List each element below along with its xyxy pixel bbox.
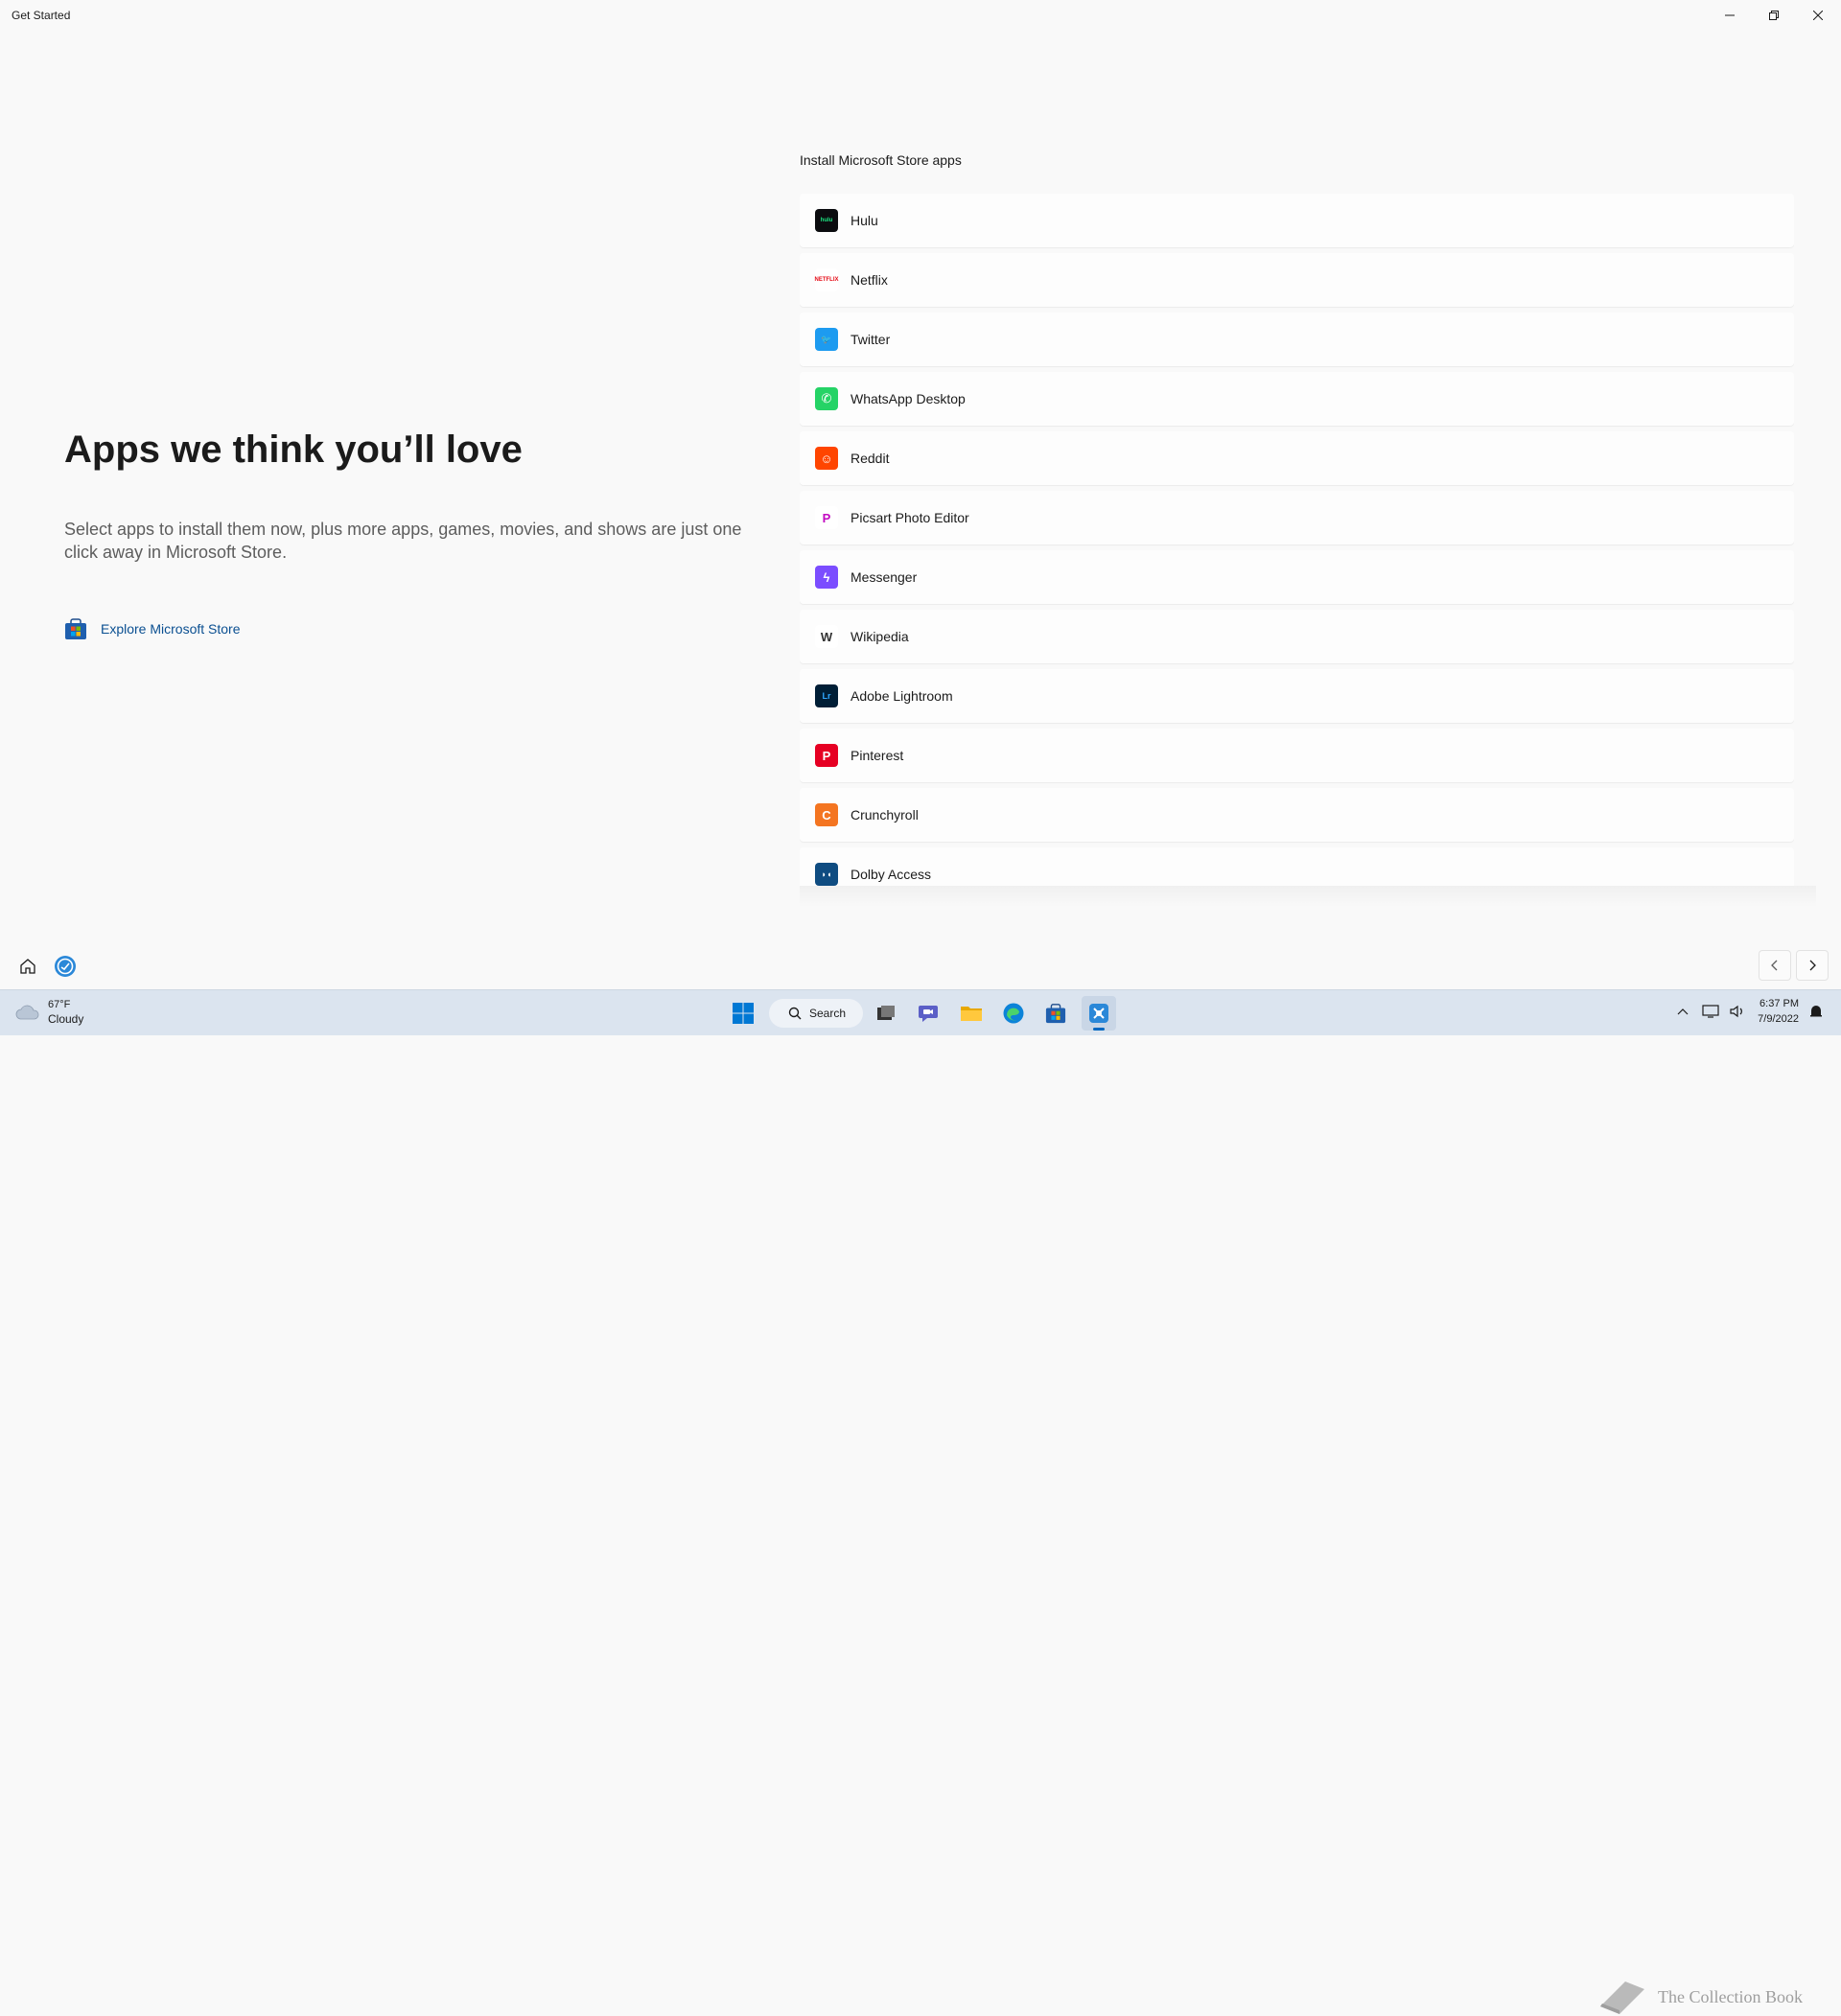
search-icon [788, 1007, 802, 1020]
start-button[interactable] [726, 996, 760, 1031]
home-button[interactable] [13, 952, 42, 981]
windows-icon [733, 1003, 754, 1024]
store-taskbar-icon [1045, 1004, 1066, 1024]
close-icon [1813, 11, 1823, 20]
app-row-crunchyroll[interactable]: C Crunchyroll [800, 788, 1794, 842]
messenger-icon: ϟ [815, 566, 838, 589]
book-icon [1600, 1981, 1644, 2014]
app-row-messenger[interactable]: ϟ Messenger [800, 550, 1794, 604]
monitor-icon[interactable] [1702, 1004, 1719, 1019]
edge-icon [1003, 1003, 1024, 1024]
app-row-pinterest[interactable]: P Pinterest [800, 729, 1794, 782]
chevron-up-icon[interactable] [1677, 1007, 1689, 1016]
watermark-text: The Collection Book [1658, 1986, 1803, 2006]
weather-temperature: 67°F [48, 999, 71, 1010]
app-row-wikipedia[interactable]: W Wikipedia [800, 610, 1794, 663]
active-indicator [1093, 1028, 1105, 1031]
restore-icon [1769, 11, 1779, 20]
folder-icon [961, 1007, 982, 1021]
task-view-button[interactable] [869, 996, 903, 1031]
app-row-adobe-lightroom[interactable]: Lr Adobe Lightroom [800, 669, 1794, 723]
microsoft-store-icon [65, 618, 86, 639]
system-tray: 6:37 PM 7/9/2022 [1677, 996, 1824, 1027]
taskbar: 67°F Cloudy Search 6:37 PM 7/9/2022 The … [0, 989, 1841, 2014]
title-bar: Get Started [0, 0, 1841, 31]
notification-icon[interactable] [1808, 1004, 1824, 1019]
wikipedia-icon: W [815, 625, 838, 648]
app-row-hulu[interactable]: hulu Hulu [800, 194, 1794, 247]
clock-time: 6:37 PM [1759, 998, 1799, 1009]
task-view-icon [877, 1006, 895, 1020]
app-row-label: Hulu [851, 213, 878, 228]
chevron-right-icon [1809, 960, 1816, 971]
weather-widget[interactable]: 67°F Cloudy [15, 998, 83, 1027]
app-row-label: Crunchyroll [851, 807, 919, 823]
chevron-left-icon [1771, 960, 1778, 971]
next-button[interactable] [1796, 950, 1829, 981]
reddit-icon: ☺ [815, 447, 838, 470]
file-explorer-button[interactable] [954, 996, 989, 1031]
page-description: Select apps to install them now, plus mo… [64, 520, 742, 562]
store-taskbar-button[interactable] [1038, 996, 1073, 1031]
app-row-label: Twitter [851, 332, 891, 347]
chat-icon [919, 1006, 938, 1022]
app-row-label: WhatsApp Desktop [851, 391, 966, 406]
pinterest-icon: P [815, 744, 838, 767]
app-row-label: Dolby Access [851, 867, 932, 882]
crunchyroll-icon: C [815, 803, 838, 826]
minimize-icon [1725, 14, 1735, 16]
get-started-taskbar-icon [1089, 1004, 1108, 1023]
volume-icon[interactable] [1729, 1004, 1746, 1019]
explore-store-link[interactable]: Explore Microsoft Store [64, 617, 241, 640]
app-row-label: Reddit [851, 451, 890, 466]
minimize-button[interactable] [1708, 0, 1752, 31]
app-row-netflix[interactable]: NETFLIX Netflix [800, 253, 1794, 307]
app-row-reddit[interactable]: ☺ Reddit [800, 431, 1794, 485]
restore-button[interactable] [1752, 0, 1796, 31]
get-started-icon [55, 956, 76, 977]
clock[interactable]: 6:37 PM 7/9/2022 [1758, 996, 1799, 1027]
teams-chat-button[interactable] [911, 996, 945, 1031]
back-button[interactable] [1759, 950, 1791, 981]
search-label: Search [809, 1007, 847, 1020]
app-row-label: Adobe Lightroom [851, 688, 953, 704]
app-row-label: Messenger [851, 569, 918, 585]
hulu-icon: hulu [815, 209, 838, 232]
clock-date: 7/9/2022 [1758, 1013, 1799, 1025]
watermark: The Collection Book [1596, 1978, 1803, 2016]
taskbar-search[interactable]: Search [769, 999, 863, 1028]
app-row-whatsapp-desktop[interactable]: ✆ WhatsApp Desktop [800, 372, 1794, 426]
get-started-taskbar-button[interactable] [1082, 996, 1116, 1031]
app-row-twitter[interactable]: 🐦 Twitter [800, 313, 1794, 366]
lightroom-icon: Lr [815, 684, 838, 707]
app-row-label: Pinterest [851, 748, 904, 763]
window-title: Get Started [12, 9, 71, 22]
netflix-icon: NETFLIX [815, 268, 839, 291]
app-row-dolby-access[interactable]: ◗◖ Dolby Access [800, 847, 1794, 886]
picsart-icon: P [815, 506, 838, 529]
explore-store-label: Explore Microsoft Store [101, 621, 241, 637]
app-row-label: Picsart Photo Editor [851, 510, 969, 525]
app-row-label: Netflix [851, 272, 888, 288]
edge-browser-button[interactable] [996, 996, 1031, 1031]
weather-description: Cloudy [48, 1012, 84, 1026]
get-started-app-button[interactable] [51, 952, 80, 981]
twitter-icon: 🐦 [815, 328, 838, 351]
cloud-icon [15, 1005, 39, 1020]
close-button[interactable] [1796, 0, 1840, 31]
dolby-icon: ◗◖ [815, 863, 838, 886]
whatsapp-icon: ✆ [815, 387, 838, 410]
app-list: hulu Hulu NETFLIX Netflix 🐦 Twitter ✆ WhatsApp … [800, 194, 1794, 886]
list-fade [800, 886, 1816, 907]
app-row-label: Wikipedia [851, 629, 909, 644]
app-list-heading: Install Microsoft Store apps [800, 152, 962, 168]
home-icon [20, 959, 35, 974]
app-row-picsart-photo-editor[interactable]: P Picsart Photo Editor [800, 491, 1794, 545]
page-title: Apps we think you’ll love [64, 429, 523, 471]
